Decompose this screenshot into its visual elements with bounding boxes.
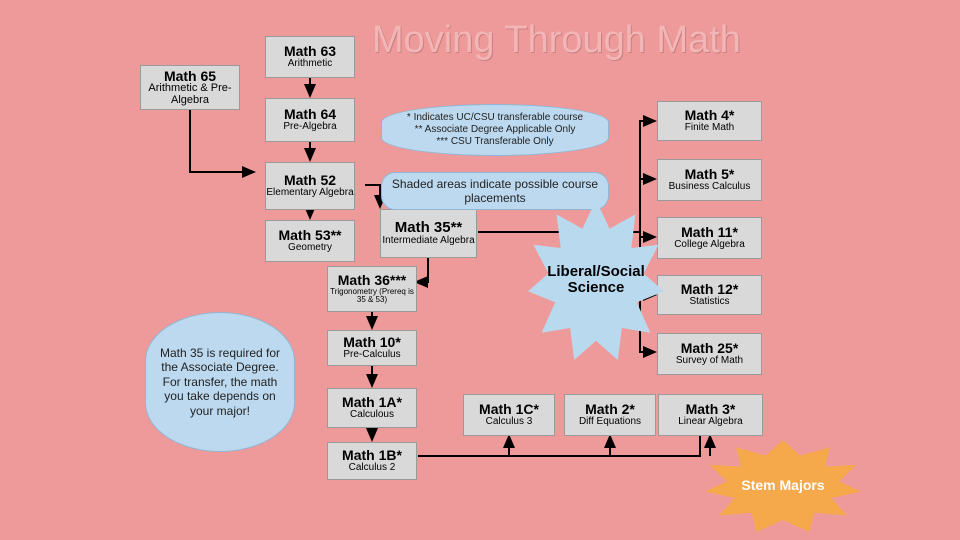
node-math10-title: Math 10*: [343, 334, 401, 351]
node-math53-sub: Geometry: [288, 242, 332, 254]
node-math64[interactable]: Math 64 Pre-Algebra: [265, 98, 355, 142]
node-math64-title: Math 64: [283, 106, 337, 123]
node-math52-title: Math 52: [283, 172, 337, 189]
node-math53-title: Math 53**: [278, 227, 342, 244]
node-math1c-sub: Calculus 3: [485, 416, 533, 428]
node-math53[interactable]: Math 53** Geometry: [265, 220, 355, 262]
node-math1a[interactable]: Math 1A* Calculous: [327, 388, 417, 428]
node-math11-sub: College Algebra: [674, 239, 745, 251]
node-math1a-sub: Calculous: [350, 409, 394, 421]
node-math63[interactable]: Math 63 Arithmetic: [265, 36, 355, 78]
node-math12[interactable]: Math 12* Statistics: [657, 275, 762, 315]
note-shaded-areas: Shaded areas indicate possible course pl…: [381, 172, 609, 210]
node-math2-sub: Diff Equations: [578, 416, 642, 428]
node-math11[interactable]: Math 11* College Algebra: [657, 217, 762, 259]
node-math4[interactable]: Math 4* Finite Math: [657, 101, 762, 141]
node-math65-title: Math 65: [163, 67, 217, 84]
node-math1b-sub: Calculus 2: [348, 462, 396, 474]
node-math1c-title: Math 1C*: [479, 401, 539, 418]
node-math10[interactable]: Math 10* Pre-Calculus: [327, 330, 417, 366]
node-math4-title: Math 4*: [684, 107, 735, 124]
node-math10-sub: Pre-Calculus: [343, 349, 401, 361]
node-math4-sub: Finite Math: [684, 122, 735, 134]
node-math52[interactable]: Math 52 Elementary Algebra: [265, 162, 355, 210]
node-math36-title: Math 36***: [337, 272, 407, 289]
node-math2[interactable]: Math 2* Diff Equations: [564, 394, 656, 436]
node-math36[interactable]: Math 36*** Trigonometry (Prereq is 35 & …: [327, 266, 417, 312]
node-math3-title: Math 3*: [685, 401, 736, 418]
page-title: Moving Through Math: [372, 19, 741, 61]
node-math5[interactable]: Math 5* Business Calculus: [657, 159, 762, 201]
note-callout-math35: Math 35 is required for the Associate De…: [145, 312, 295, 452]
node-math12-title: Math 12*: [680, 281, 739, 298]
starburst-liberal-social-science: Liberal/Social Science: [528, 200, 664, 360]
node-math1a-title: Math 1A*: [342, 394, 402, 411]
node-math64-sub: Pre-Algebra: [283, 121, 337, 133]
node-math3-sub: Linear Algebra: [678, 416, 743, 428]
node-math63-sub: Arithmetic: [287, 58, 333, 70]
node-math1b[interactable]: Math 1B* Calculus 2: [327, 442, 417, 480]
node-math63-title: Math 63: [283, 43, 337, 60]
node-math2-title: Math 2*: [585, 401, 635, 418]
node-math5-title: Math 5*: [684, 166, 735, 183]
node-math3[interactable]: Math 3* Linear Algebra: [658, 394, 763, 436]
node-math25-sub: Survey of Math: [675, 355, 744, 367]
node-math65[interactable]: Math 65 Arithmetic & Pre-Algebra: [140, 65, 240, 110]
diagram-canvas: Moving Through Math Math 65 Arithmetic &…: [0, 0, 960, 540]
node-math1b-title: Math 1B*: [342, 447, 402, 464]
node-math25-title: Math 25*: [680, 340, 739, 357]
node-math11-title: Math 11*: [681, 224, 738, 241]
node-math35-sub: Intermediate Algebra: [382, 235, 475, 247]
node-math5-sub: Business Calculus: [668, 181, 751, 193]
note-transferable: * Indicates UC/CSU transferable course *…: [381, 104, 609, 156]
node-math36-sub: Trigonometry (Prereq is 35 & 53): [330, 286, 414, 305]
node-math12-sub: Statistics: [689, 296, 730, 308]
node-math52-sub: Elementary Algebra: [266, 187, 354, 199]
node-math65-sub: Arithmetic & Pre-Algebra: [148, 82, 232, 106]
node-math25[interactable]: Math 25* Survey of Math: [657, 333, 762, 375]
starburst-stem-majors: Stem Majors: [705, 440, 861, 532]
node-math35-title: Math 35**: [394, 219, 463, 237]
node-math35[interactable]: Math 35** Intermediate Algebra: [380, 209, 477, 258]
node-math1c[interactable]: Math 1C* Calculus 3: [463, 394, 555, 436]
